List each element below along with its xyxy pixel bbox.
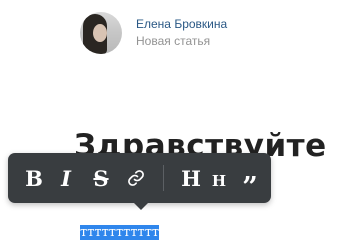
article-editor: Елена Бровкина Новая статья Здравствуйте…: [0, 0, 345, 240]
author-name-link[interactable]: Елена Бровкина: [136, 17, 227, 32]
selected-body-text[interactable]: ттттттттттт: [80, 225, 160, 240]
formatting-toolbar: B I S H H ”: [8, 153, 271, 210]
strikethrough-button[interactable]: S: [88, 163, 114, 193]
italic-button[interactable]: I: [55, 163, 77, 193]
link-button[interactable]: [124, 163, 148, 193]
author-text: Елена Бровкина Новая статья: [136, 17, 227, 50]
heading-small-button[interactable]: H: [210, 163, 228, 196]
avatar[interactable]: [80, 12, 122, 54]
author-block: Елена Бровкина Новая статья: [80, 12, 227, 54]
link-icon: [128, 170, 144, 186]
bold-button[interactable]: B: [22, 163, 46, 193]
article-status: Новая статья: [136, 33, 211, 48]
heading-large-button[interactable]: H: [180, 163, 202, 193]
toolbar-divider: [163, 165, 164, 191]
quote-button[interactable]: ”: [238, 163, 262, 203]
